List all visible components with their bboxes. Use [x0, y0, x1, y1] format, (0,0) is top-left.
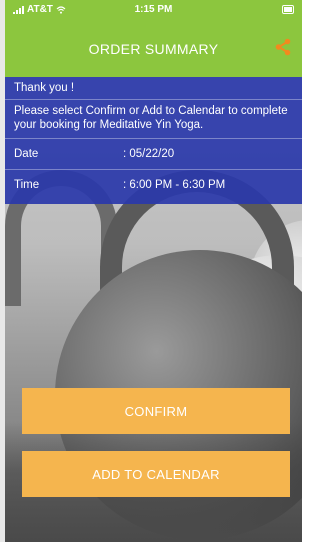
status-bar: AT&T 1:15 PM	[5, 0, 302, 20]
order-summary-panel: Thank you ! Please select Confirm or Add…	[5, 77, 302, 204]
time-label: Time	[14, 179, 40, 191]
share-icon[interactable]	[274, 38, 292, 56]
confirm-button[interactable]: CONFIRM	[22, 388, 290, 434]
add-to-calendar-button[interactable]: ADD TO CALENDAR	[22, 451, 290, 497]
status-time: 1:15 PM	[134, 4, 173, 15]
booking-message: Please select Confirm or Add to Calendar…	[14, 105, 288, 131]
top-bar: AT&T 1:15 PM ORDER SUMMARY	[5, 0, 302, 77]
page-title: ORDER SUMMARY	[88, 41, 219, 57]
divider	[5, 169, 302, 170]
divider	[5, 138, 302, 139]
date-label: Date	[14, 148, 39, 160]
app-screen: AT&T 1:15 PM ORDER SUMMARY Thank you ! P…	[0, 0, 302, 542]
divider	[5, 99, 302, 100]
date-value: : 05/22/20	[123, 148, 175, 160]
thank-you-text: Thank you !	[14, 82, 75, 94]
battery-icon	[282, 5, 294, 14]
time-value: : 6:00 PM - 6:30 PM	[123, 179, 226, 191]
